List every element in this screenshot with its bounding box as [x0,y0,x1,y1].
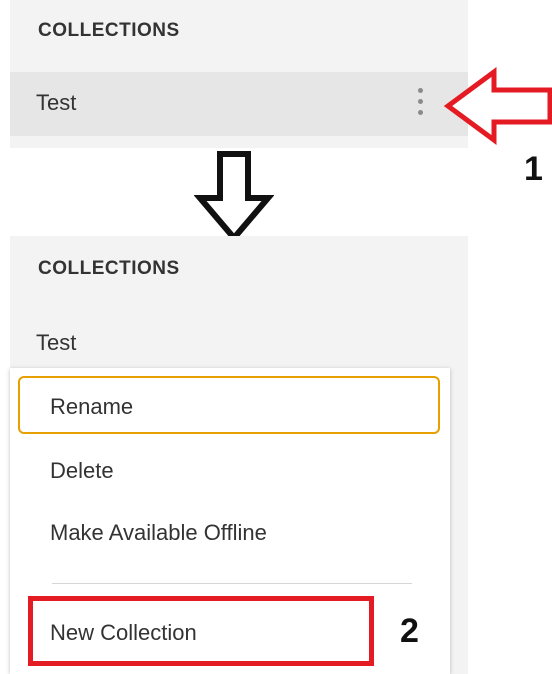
annotation-step-1: 1 [524,150,543,188]
menu-item-rename[interactable]: Rename [10,376,450,436]
collection-row-test[interactable] [10,72,468,136]
annotation-step-2: 2 [400,612,419,650]
menu-item-label: Make Available Offline [50,520,267,545]
collections-header: COLLECTIONS [38,20,180,41]
collection-name-after[interactable]: Test [36,330,76,356]
down-arrow-icon [194,151,274,243]
collection-name[interactable]: Test [36,90,76,116]
more-options-icon[interactable] [412,88,428,122]
menu-divider [52,583,412,584]
menu-item-make-available-offline[interactable]: Make Available Offline [10,504,450,564]
menu-item-label: Delete [50,458,114,483]
menu-item-delete[interactable]: Delete [10,442,450,502]
highlight-box [28,596,374,666]
red-arrow-icon [443,67,552,145]
collections-header-after: COLLECTIONS [38,258,180,279]
annotated-screenshot: COLLECTIONS Test 1 COLLECTIONS Test Rena… [0,0,552,674]
menu-item-label: Rename [50,394,134,419]
